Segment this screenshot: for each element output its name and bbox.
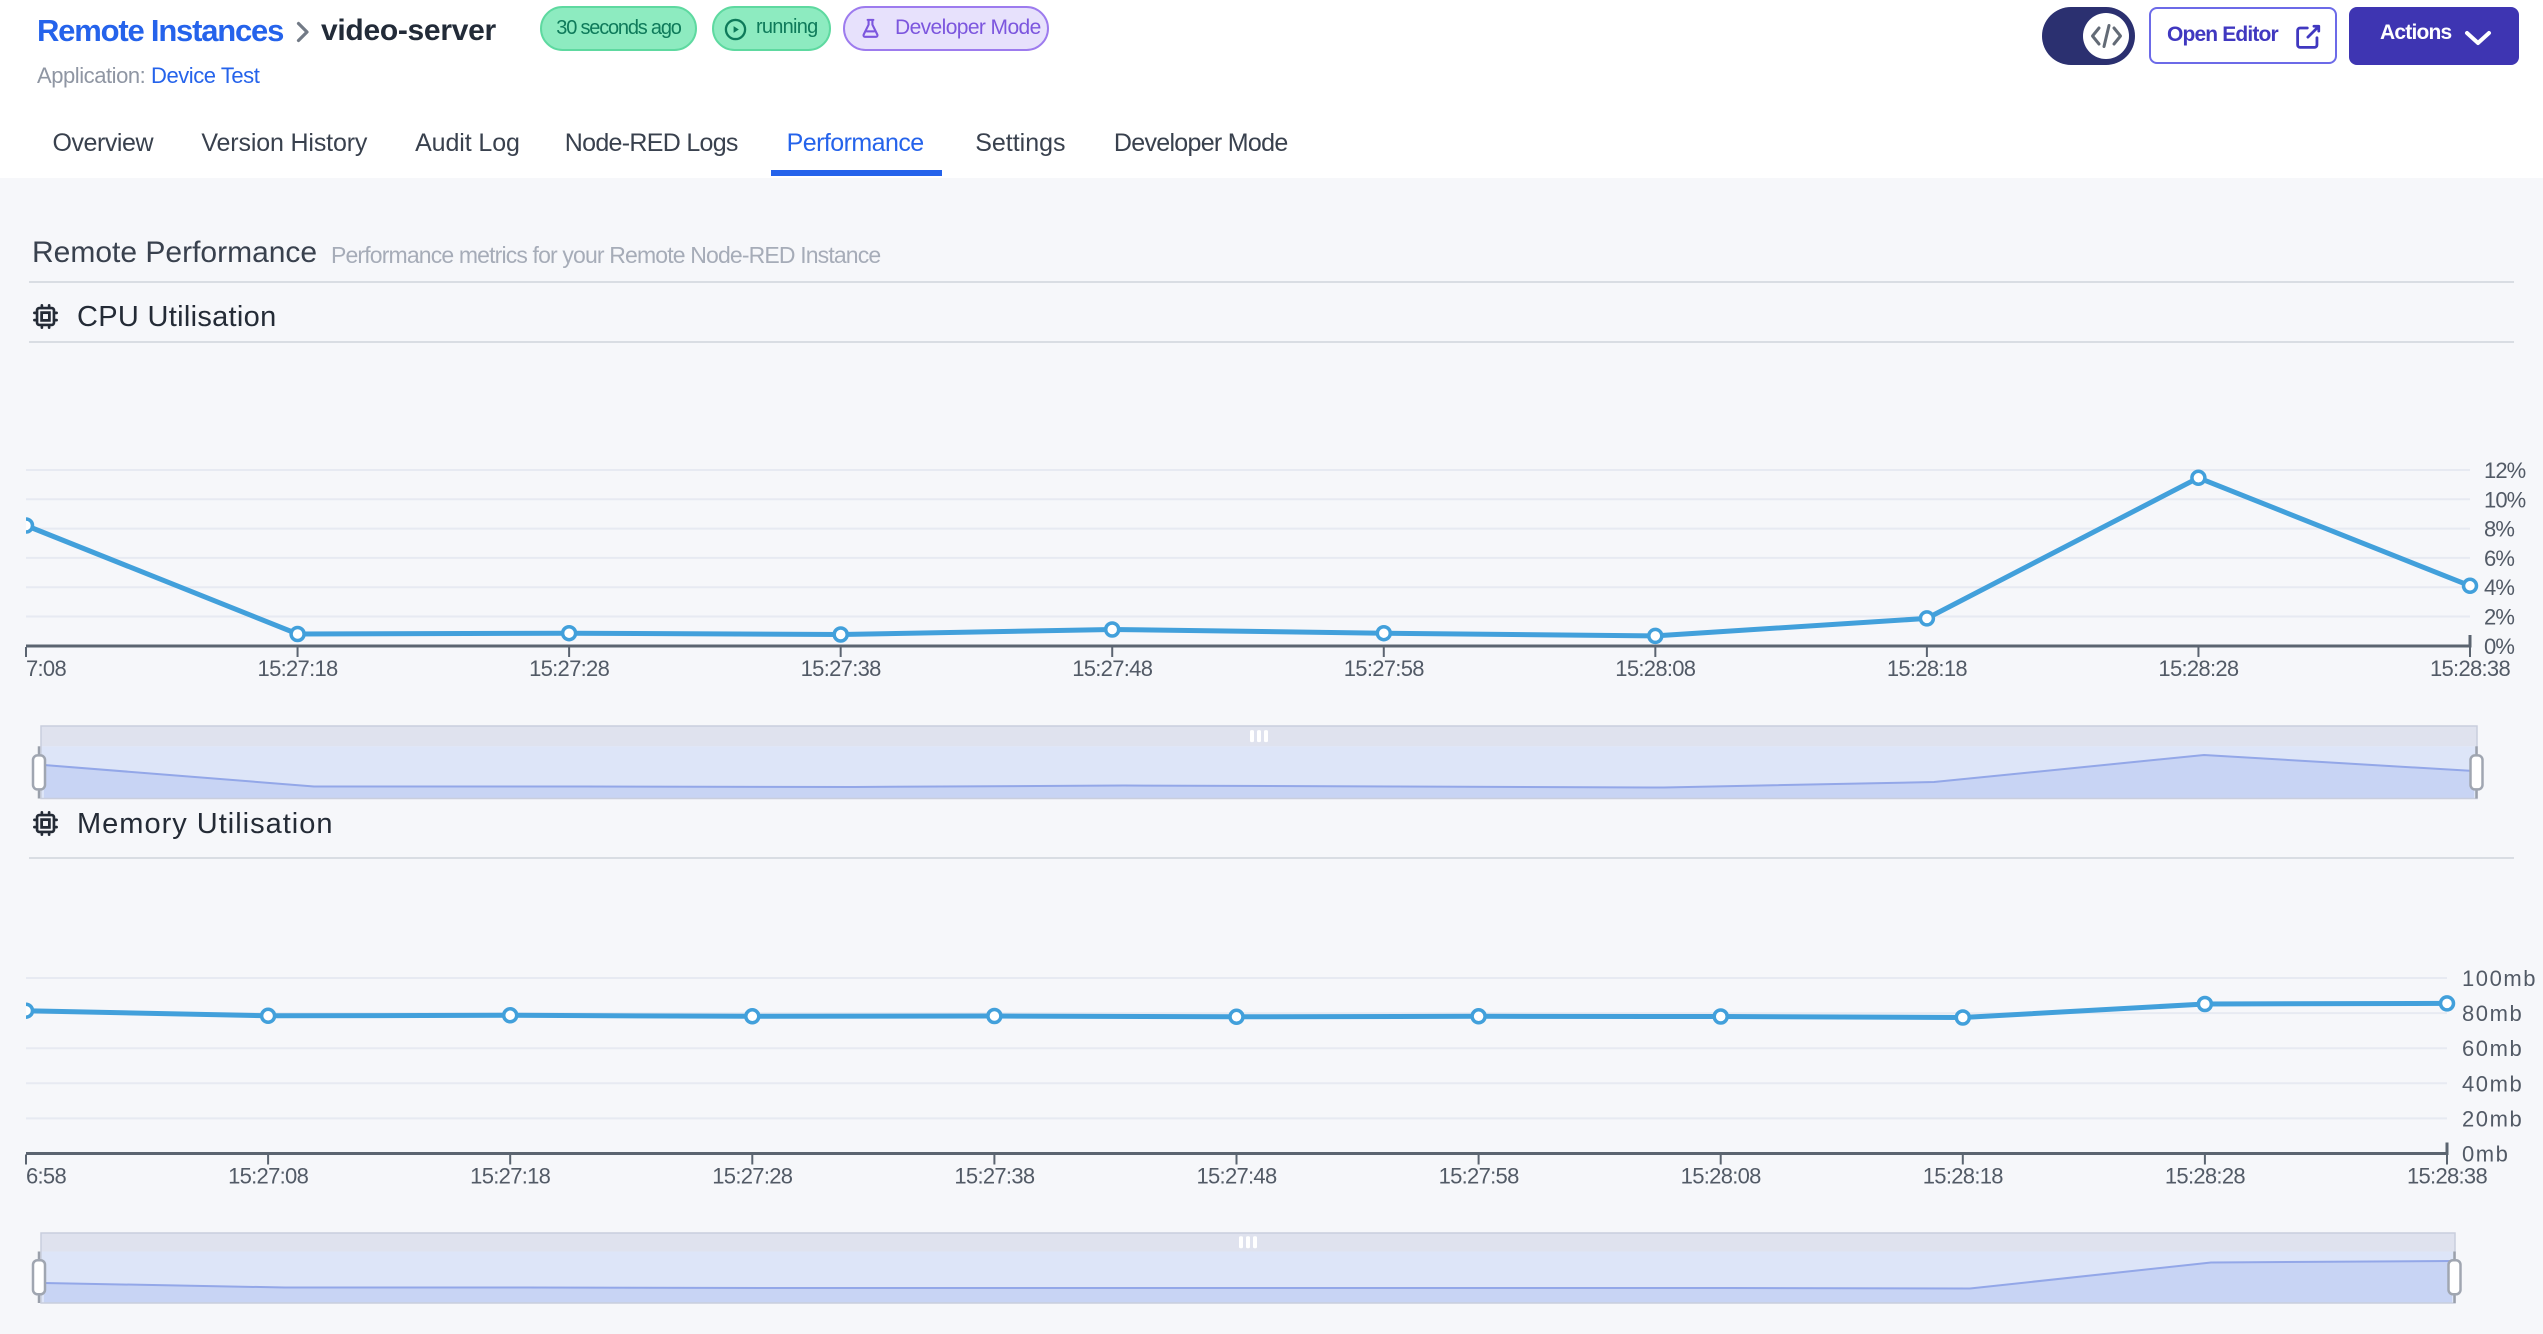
svg-text:10%: 10% xyxy=(2484,487,2526,512)
svg-text:15:28:38: 15:28:38 xyxy=(2407,1164,2488,1189)
svg-text:15:28:38: 15:28:38 xyxy=(2430,656,2511,681)
svg-text:15:27:38: 15:27:38 xyxy=(801,656,882,681)
svg-text:15:27:38: 15:27:38 xyxy=(954,1164,1035,1189)
svg-text:40mb: 40mb xyxy=(2462,1071,2523,1096)
svg-text:8%: 8% xyxy=(2484,517,2514,542)
svg-text:80mb: 80mb xyxy=(2462,1001,2523,1026)
svg-text:15:27:08: 15:27:08 xyxy=(228,1164,309,1189)
svg-text:100mb: 100mb xyxy=(2462,966,2537,991)
svg-text:15:28:18: 15:28:18 xyxy=(1887,656,1968,681)
svg-text:15:28:28: 15:28:28 xyxy=(2158,656,2239,681)
svg-text:15:27:18: 15:27:18 xyxy=(258,656,339,681)
svg-text:2%: 2% xyxy=(2484,605,2514,630)
svg-text:0mb: 0mb xyxy=(2462,1142,2509,1167)
svg-text:15:27:58: 15:27:58 xyxy=(1439,1164,1520,1189)
svg-text:15:27:28: 15:27:28 xyxy=(529,656,610,681)
svg-text:0%: 0% xyxy=(2484,634,2514,659)
svg-text:15:27:58: 15:27:58 xyxy=(1344,656,1425,681)
svg-text:15:28:08: 15:28:08 xyxy=(1681,1164,1762,1189)
svg-text:15:27:48: 15:27:48 xyxy=(1196,1164,1277,1189)
svg-text:12%: 12% xyxy=(2484,458,2526,483)
svg-text:6:58: 6:58 xyxy=(26,1164,66,1189)
svg-text:15:28:28: 15:28:28 xyxy=(2165,1164,2246,1189)
svg-text:4%: 4% xyxy=(2484,575,2514,600)
svg-text:15:27:28: 15:27:28 xyxy=(712,1164,793,1189)
svg-text:6%: 6% xyxy=(2484,546,2514,571)
svg-text:7:08: 7:08 xyxy=(26,656,66,681)
svg-text:15:28:08: 15:28:08 xyxy=(1615,656,1696,681)
svg-text:60mb: 60mb xyxy=(2462,1036,2523,1061)
svg-text:15:28:18: 15:28:18 xyxy=(1923,1164,2004,1189)
svg-text:15:27:18: 15:27:18 xyxy=(470,1164,551,1189)
svg-text:15:27:48: 15:27:48 xyxy=(1072,656,1153,681)
svg-text:20mb: 20mb xyxy=(2462,1106,2523,1131)
